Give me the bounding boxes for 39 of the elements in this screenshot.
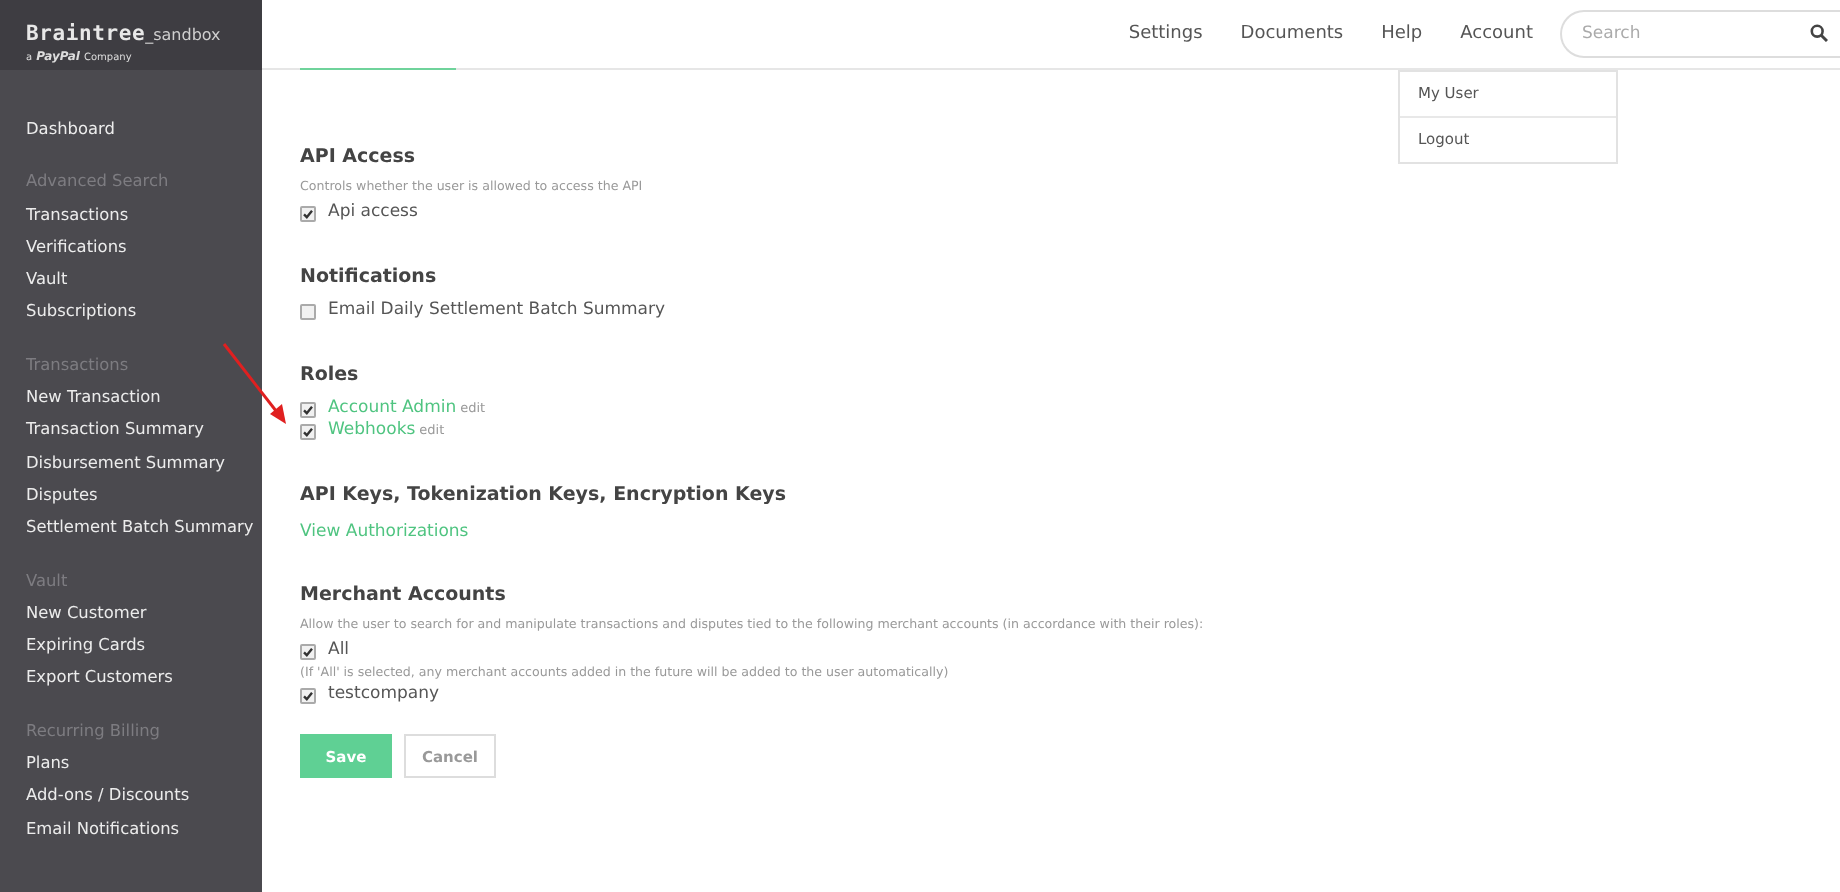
sidebar-item[interactable]: Expiring Cards xyxy=(26,628,262,661)
sidebar-item[interactable]: Transaction Summary xyxy=(26,412,262,446)
checkbox-label: All xyxy=(328,640,350,662)
sidebar-item[interactable]: Dashboard xyxy=(26,112,262,145)
sidebar-item[interactable]: Plans xyxy=(26,746,262,779)
checkbox[interactable] xyxy=(300,643,316,659)
section-title: API Keys, Tokenization Keys, Encryption Keys xyxy=(300,484,787,506)
checkbox[interactable] xyxy=(300,401,316,417)
sidebar-item[interactable]: Transactions xyxy=(26,197,262,230)
sidebar-item[interactable]: Disputes xyxy=(26,477,262,511)
sidebar-item[interactable]: Settlement Batch Summary xyxy=(26,510,262,544)
nav-link[interactable]: Documents xyxy=(1221,24,1363,44)
sidebar-item[interactable]: New Transaction xyxy=(26,380,262,413)
checkbox[interactable] xyxy=(300,423,316,439)
sidebar-item[interactable]: Subscriptions xyxy=(26,294,262,328)
sidebar-item[interactable]: Vault xyxy=(26,262,262,295)
checkbox[interactable] xyxy=(300,303,316,319)
nav-link[interactable]: Account xyxy=(1441,24,1552,44)
checkbox-label: testcompany xyxy=(328,684,439,706)
nav-link[interactable]: Settings xyxy=(1109,24,1222,44)
checkbox[interactable] xyxy=(300,205,316,221)
section-title: Merchant Accounts xyxy=(300,584,506,606)
sidebar-item[interactable]: Email Notifications xyxy=(26,811,262,844)
checkbox-label: Api access xyxy=(328,202,418,224)
search-icon[interactable] xyxy=(1810,24,1828,42)
section-title: Notifications xyxy=(300,266,437,288)
nav-link[interactable]: Help xyxy=(1362,24,1442,44)
checkbox[interactable] xyxy=(300,687,316,703)
checkbox-label: Email Daily Settlement Batch Summary xyxy=(328,300,666,322)
sidebar-item[interactable]: Disbursement Summary xyxy=(26,445,262,478)
brand-logo: Braintree_sandbox xyxy=(26,20,223,48)
arrow-annotation xyxy=(220,340,292,428)
sidebar-item[interactable]: New Customer xyxy=(26,595,262,629)
section-title: Roles xyxy=(300,364,359,386)
sidebar-item[interactable]: Verifications xyxy=(26,229,262,263)
sidebar-item[interactable]: Add-ons / Discounts xyxy=(26,778,262,812)
section-title: API Access xyxy=(300,146,416,168)
search-field[interactable]: Search xyxy=(1560,10,1840,58)
sidebar-item[interactable]: Export Customers xyxy=(26,660,262,694)
